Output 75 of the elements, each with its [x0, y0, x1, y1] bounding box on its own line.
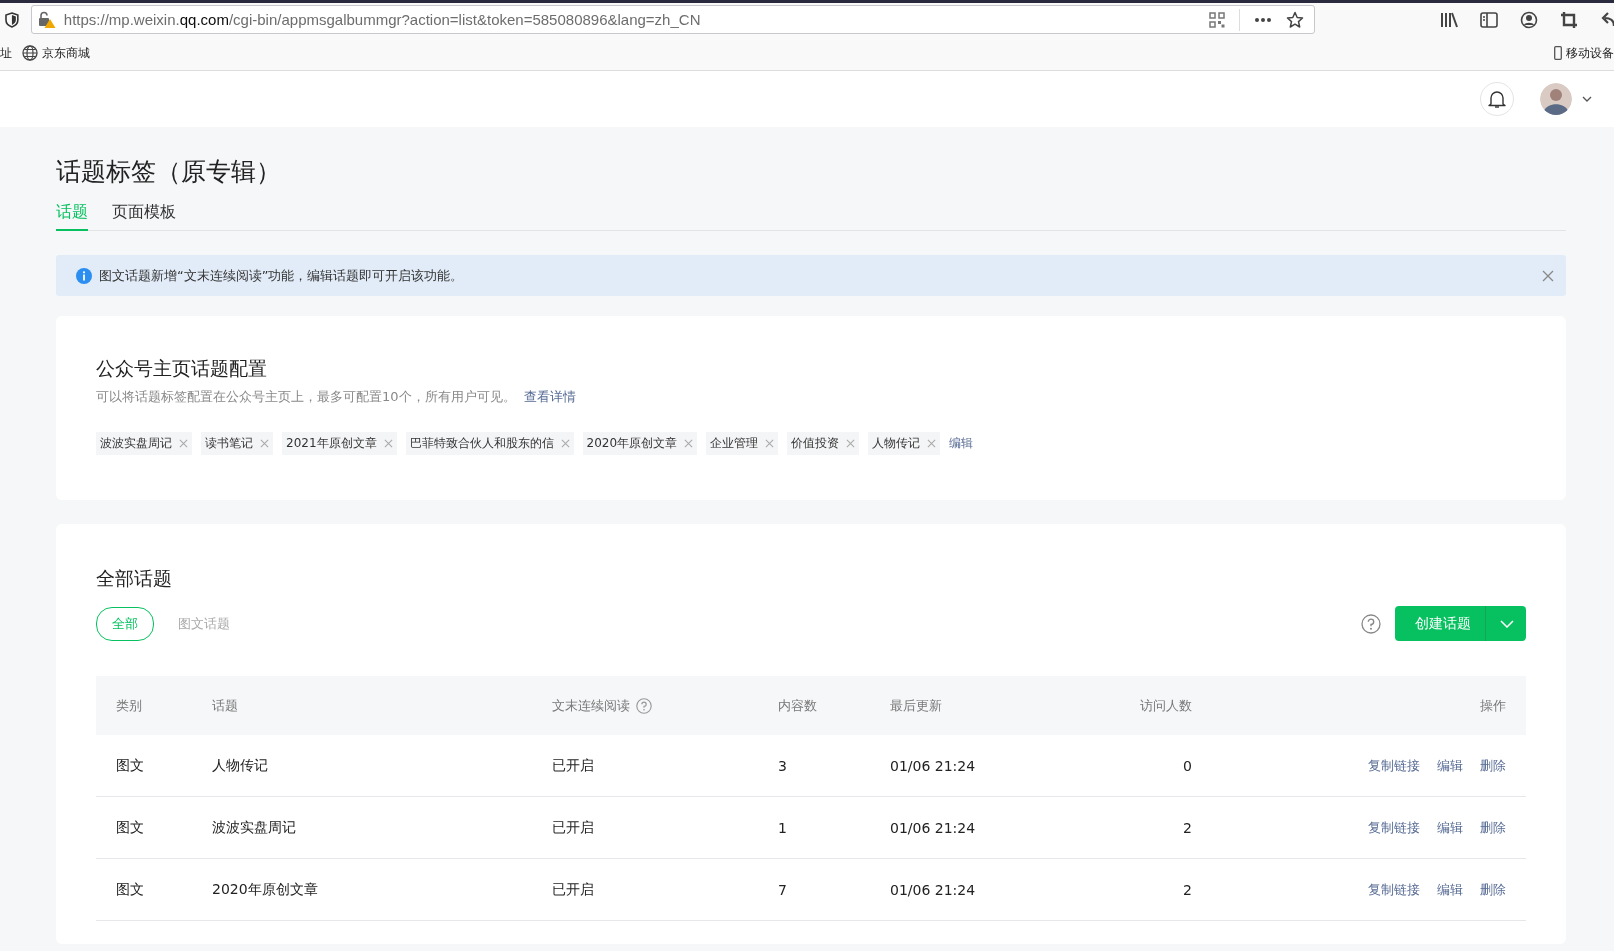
table-cell: 波波实盘周记: [212, 818, 296, 837]
table-cell: 2020年原创文章: [212, 880, 318, 899]
edit-link[interactable]: 编辑: [949, 435, 974, 452]
more-icon[interactable]: [1254, 16, 1272, 23]
qr-code-icon[interactable]: [1209, 11, 1225, 28]
table-cell: 7: [778, 881, 787, 898]
tag-chip: 巴菲特致合伙人和股东的信: [405, 432, 574, 455]
table-cell: 已开启: [552, 756, 594, 775]
sidebar-icon[interactable]: [1480, 11, 1498, 28]
action-link[interactable]: 删除: [1480, 880, 1506, 899]
avatar[interactable]: [1540, 83, 1572, 115]
caret-icon[interactable]: [1582, 96, 1592, 102]
tag-chip: 人物传记: [868, 432, 941, 455]
action-link[interactable]: 复制链接: [1368, 818, 1420, 837]
column-header: 操作: [1480, 696, 1506, 715]
table-cell: 2: [1183, 819, 1192, 836]
column-header: 内容数: [778, 696, 817, 715]
table-cell: 人物传记: [212, 756, 268, 775]
table-cell: 图文: [116, 880, 144, 899]
tag-chip: 价值投资: [787, 432, 860, 455]
tag-chip: 企业管理: [706, 432, 779, 455]
action-link[interactable]: 编辑: [1437, 880, 1463, 899]
close-icon[interactable]: [1542, 269, 1554, 282]
library-icon[interactable]: [1440, 11, 1458, 28]
notice-text: 图文话题新增“文末连续阅读”功能，编辑话题即可开启该功能。: [99, 266, 464, 285]
description-text: 可以将话题标签配置在公众号主页上，最多可配置10个，所有用户可见。: [96, 388, 516, 406]
table-cell: 0: [1183, 757, 1192, 774]
details-link[interactable]: 查看详情: [523, 388, 576, 406]
url-text: https://mp.weixin.qq.com/cgi-bin/appmsgalbummgr?action=list&token=585080896&lang=zh_CN: [63, 11, 701, 28]
help-icon[interactable]: [636, 697, 652, 714]
help-icon[interactable]: [1361, 613, 1381, 634]
column-header: 访问人数: [1140, 696, 1192, 715]
tag-chip: 读书笔记: [201, 432, 273, 455]
tag-chip: 波波实盘周记: [96, 432, 192, 455]
bookmark-item[interactable]: 址: [0, 44, 12, 62]
undo-icon[interactable]: [1600, 11, 1614, 28]
action-link[interactable]: 复制链接: [1368, 756, 1420, 775]
action-link[interactable]: 编辑: [1437, 756, 1463, 775]
section-title: 公众号主页话题配置: [96, 356, 268, 381]
table-cell: 2: [1183, 881, 1192, 898]
action-link[interactable]: 删除: [1480, 756, 1506, 775]
address-bar[interactable]: https://mp.weixin.qq.com/cgi-bin/appmsgalbummgr?action=list&token=585080896&lang=zh_CN: [30, 5, 1315, 34]
bookmark-item[interactable]: 移动设备: [1554, 44, 1614, 62]
phone-icon: [1554, 46, 1562, 60]
column-header: 文末连续阅读: [552, 696, 630, 715]
bookmark-item[interactable]: 京东商城: [22, 44, 90, 62]
column-header: 话题: [212, 696, 238, 715]
column-header: 最后更新: [890, 696, 942, 715]
table-cell: 3: [778, 757, 787, 774]
globe-icon: [22, 45, 38, 61]
caret-icon: [1500, 619, 1514, 628]
shield-icon[interactable]: [5, 11, 19, 28]
column-header: 类别: [116, 696, 142, 715]
action-link[interactable]: 删除: [1480, 818, 1506, 837]
table-cell: 图文: [116, 756, 144, 775]
table-cell: 01/06 21:24: [890, 881, 976, 898]
tag-chip: 2020年原创文章: [582, 432, 698, 455]
action-link[interactable]: 编辑: [1437, 818, 1463, 837]
page-title: 话题标签（原专辑）: [56, 156, 282, 188]
tag-chip: 2021年原创文章: [282, 432, 397, 455]
star-icon[interactable]: [1286, 10, 1304, 29]
section-title: 全部话题: [96, 566, 173, 591]
tab[interactable]: 页面模板: [112, 202, 176, 231]
table-cell: 图文: [116, 818, 144, 837]
table-cell: 已开启: [552, 818, 594, 837]
info-icon: [76, 267, 92, 284]
table-cell: 1: [778, 819, 787, 836]
lock-warning-icon: [37, 10, 56, 29]
crop-icon[interactable]: [1560, 10, 1578, 29]
table-cell: 01/06 21:24: [890, 757, 976, 774]
bell-icon: [1488, 89, 1506, 109]
account-icon[interactable]: [1520, 10, 1538, 29]
action-link[interactable]: 复制链接: [1368, 880, 1420, 899]
table-cell: 已开启: [552, 880, 594, 899]
table-cell: 01/06 21:24: [890, 819, 976, 836]
